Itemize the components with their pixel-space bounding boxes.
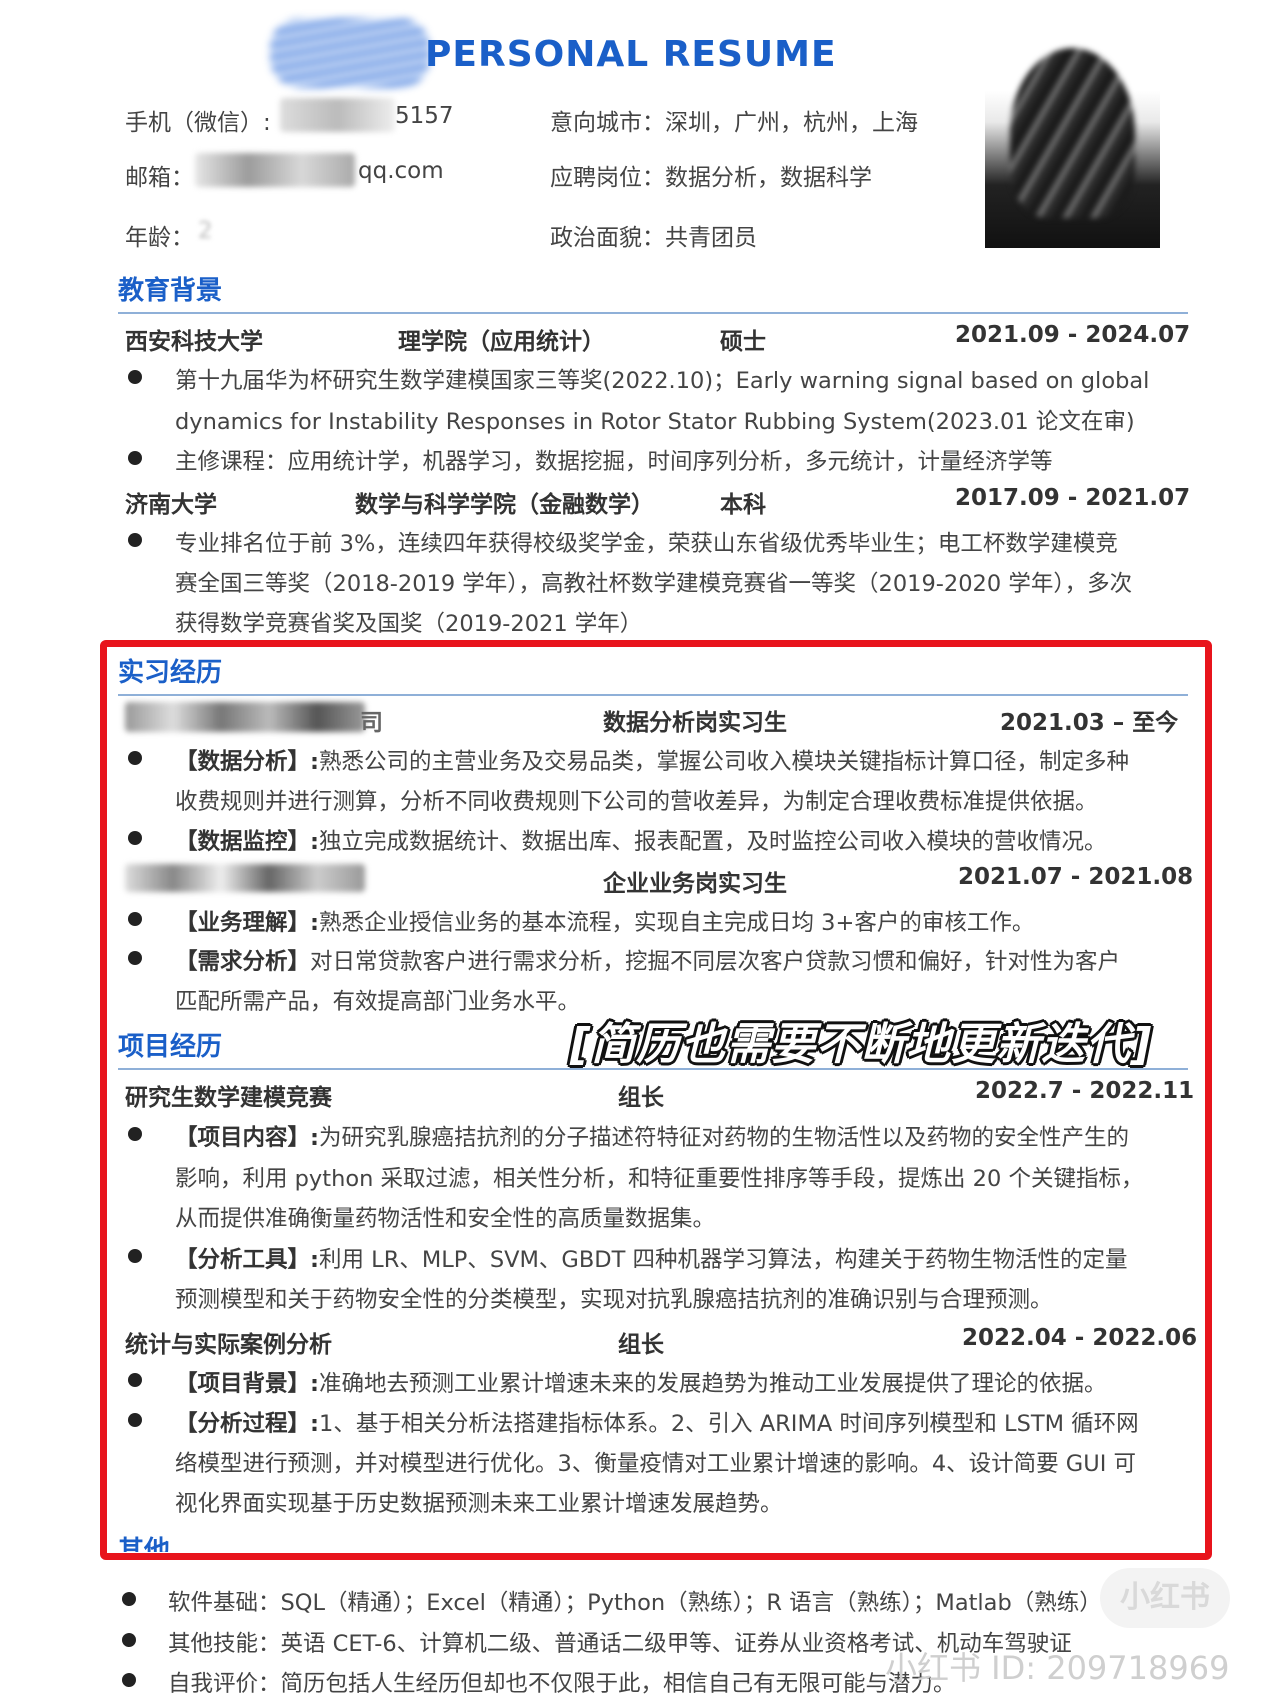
bullet xyxy=(128,370,142,384)
school-college: 理学院（应用统计） xyxy=(398,329,605,355)
age-value: 2 xyxy=(198,218,213,244)
target-city: 意向城市：深圳，广州，杭州，上海 xyxy=(550,110,918,136)
bullet xyxy=(128,451,142,465)
age-label: 年龄： xyxy=(125,225,194,251)
email-label: 邮箱： xyxy=(125,165,194,191)
target-position: 应聘岗位：数据分析，数据科学 xyxy=(550,165,872,191)
profile-photo xyxy=(985,38,1160,248)
school-name: 济南大学 xyxy=(125,492,217,518)
watermark-id: 小红书 ID: 209718969 xyxy=(885,1649,1230,1687)
other-line: 自我评价：简历包括人生经历但却也不仅限于此，相信自己有无限可能与潜力。 xyxy=(168,1671,956,1697)
phone-redaction xyxy=(280,98,395,132)
other-line: 软件基础：SQL（精通）；Excel（精通）；Python（熟练）；R 语言（熟… xyxy=(168,1590,1102,1616)
bullet xyxy=(122,1673,136,1687)
school-period: 2017.09 - 2021.07 xyxy=(955,485,1191,511)
school-period: 2021.09 - 2024.07 xyxy=(955,322,1191,348)
education-line: dynamics for Instability Responses in Ro… xyxy=(175,409,1135,435)
school-degree: 硕士 xyxy=(720,329,766,355)
phone-tail: 5157 xyxy=(395,103,454,129)
redacted-name-scribble xyxy=(270,18,430,88)
education-line: 赛全国三等奖（2018-2019 学年），高教社杯数学建模竞赛省一等奖（2019… xyxy=(175,571,1133,597)
education-line: 第十九届华为杯研究生数学建模国家三等奖(2022.10)；Early warni… xyxy=(175,368,1150,394)
email-tail: qq.com xyxy=(358,158,444,184)
education-heading: 教育背景 xyxy=(118,276,223,306)
bullet xyxy=(128,533,142,547)
school-name: 西安科技大学 xyxy=(125,329,263,355)
education-rule xyxy=(118,312,1188,314)
education-line: 专业排名位于前 3%，连续四年获得校级奖学金，荣获山东省级优秀毕业生；电工杯数学… xyxy=(175,531,1118,557)
bullet xyxy=(122,1633,136,1647)
email-redaction xyxy=(195,153,355,187)
school-college: 数学与科学学院（金融数学） xyxy=(355,492,654,518)
watermark-logo: 小红书 xyxy=(1100,1568,1230,1628)
education-line: 获得数学竞赛省奖及国奖（2019-2021 学年） xyxy=(175,611,643,637)
highlight-box xyxy=(100,640,1212,1560)
education-line: 主修课程：应用统计学，机器学习，数据挖掘，时间序列分析，多元统计，计量经济学等 xyxy=(175,449,1053,475)
political-status: 政治面貌：共青团员 xyxy=(550,225,757,251)
bullet xyxy=(122,1592,136,1606)
phone-label: 手机（微信）: xyxy=(125,110,271,136)
resume-title: PERSONAL RESUME xyxy=(425,34,837,75)
photo-scribble xyxy=(1010,48,1135,218)
overlay-caption: [简历也需要不断地更新迭代] xyxy=(570,1019,1153,1070)
school-degree: 本科 xyxy=(720,492,766,518)
